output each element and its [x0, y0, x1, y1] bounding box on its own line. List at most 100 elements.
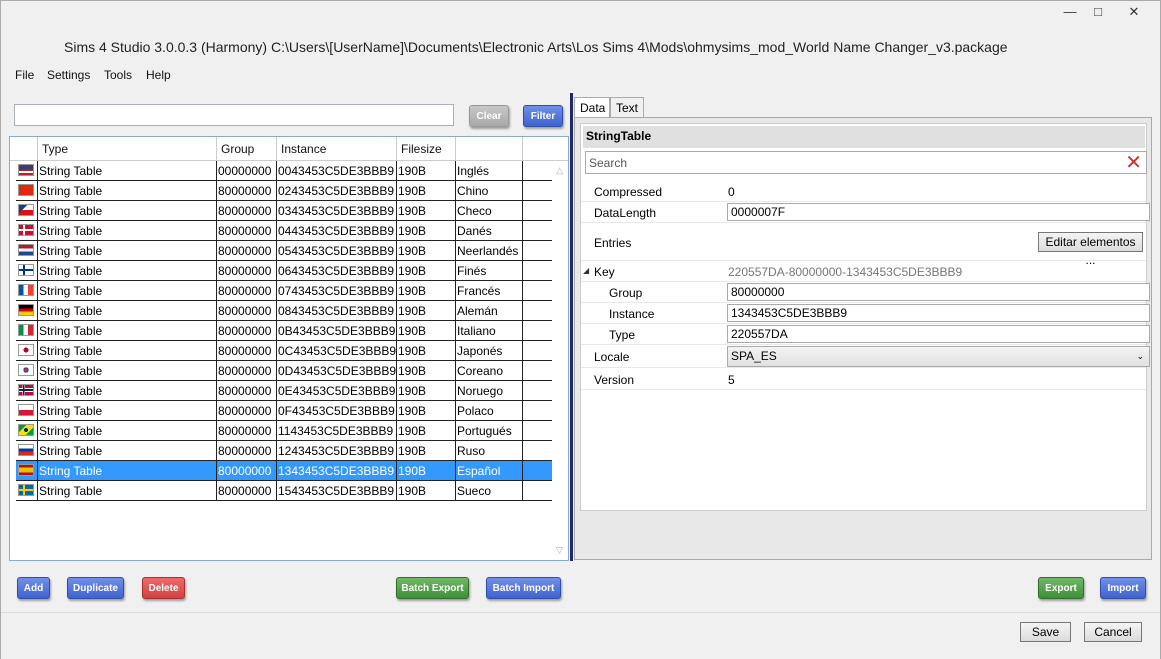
- export-button[interactable]: Export: [1038, 577, 1084, 599]
- add-button[interactable]: Add: [17, 577, 50, 599]
- scroll-down-icon[interactable]: ▽: [556, 545, 563, 556]
- batch-import-button[interactable]: Batch Import: [486, 577, 561, 599]
- locale-label: Locale: [594, 350, 630, 364]
- save-button[interactable]: Save: [1020, 622, 1071, 642]
- compressed-value[interactable]: 0: [728, 185, 735, 199]
- cell-group: 80000000: [217, 241, 277, 260]
- table-row[interactable]: String Table 80000000 0243453C5DE3BBB9 190B…: [16, 181, 552, 201]
- tab-data[interactable]: Data: [574, 97, 610, 117]
- table-row[interactable]: String Table 80000000 0343453C5DE3BBB9 190B…: [16, 201, 552, 221]
- menu-settings[interactable]: Settings: [47, 68, 90, 82]
- scroll-up-icon[interactable]: △: [556, 165, 563, 176]
- menu-help[interactable]: Help: [146, 68, 171, 82]
- row-group: Group 80000000: [581, 282, 1150, 303]
- header-type[interactable]: Type: [38, 137, 217, 160]
- menu-tools[interactable]: Tools: [104, 68, 132, 82]
- table-row[interactable]: String Table 00000000 0043453C5DE3BBB9 190B…: [16, 161, 552, 181]
- cell-instance: 0E43453C5DE3BBB9: [277, 381, 397, 400]
- datalength-field[interactable]: 0000007F: [727, 203, 1150, 221]
- window-title: Sims 4 Studio 3.0.0.3 (Harmony) C:\Users…: [64, 39, 1008, 55]
- cell-flag: [16, 381, 38, 400]
- cell-type: String Table: [38, 281, 217, 300]
- cell-flag: [16, 461, 38, 480]
- key-value: 220557DA-80000000-1343453C5DE3BBB9: [728, 265, 963, 279]
- cell-group: 80000000: [217, 321, 277, 340]
- cell-instance: 0B43453C5DE3BBB9: [277, 321, 397, 340]
- table-row[interactable]: String Table 80000000 1543453C5DE3BBB9 190B…: [16, 481, 552, 501]
- cell-lang: Checo: [456, 201, 523, 220]
- tab-text[interactable]: Text: [610, 97, 644, 117]
- cell-instance: 0643453C5DE3BBB9: [277, 261, 397, 280]
- properties-box: StringTable Search ✕ Compressed 0 DataLe…: [574, 117, 1152, 560]
- table-row[interactable]: String Table 80000000 0D43453C5DE3BBB9 190B…: [16, 361, 552, 381]
- flag-de-icon: [18, 304, 34, 316]
- cell-group: 80000000: [217, 341, 277, 360]
- cell-group: 80000000: [217, 441, 277, 460]
- close-button[interactable]: ✕: [1118, 1, 1150, 23]
- expand-key-icon[interactable]: ◢: [583, 266, 589, 275]
- cell-instance: 0D43453C5DE3BBB9: [277, 361, 397, 380]
- flag-jp-icon: [18, 344, 34, 356]
- cell-instance: 0743453C5DE3BBB9: [277, 281, 397, 300]
- instance-field[interactable]: 1343453C5DE3BBB9: [727, 304, 1150, 322]
- table-row[interactable]: String Table 80000000 0E43453C5DE3BBB9 190B…: [16, 381, 552, 401]
- header-instance[interactable]: Instance: [277, 137, 397, 160]
- clear-search-icon[interactable]: ✕: [1125, 152, 1142, 174]
- duplicate-button[interactable]: Duplicate: [67, 577, 124, 599]
- version-value[interactable]: 5: [728, 373, 735, 387]
- table-row[interactable]: String Table 80000000 0743453C5DE3BBB9 190B…: [16, 281, 552, 301]
- panel-splitter[interactable]: [570, 93, 573, 561]
- flag-es-icon: [18, 464, 34, 476]
- key-label: Key: [594, 265, 615, 279]
- cell-instance: 1543453C5DE3BBB9: [277, 481, 397, 500]
- batch-export-button[interactable]: Batch Export: [396, 577, 469, 599]
- minimize-button[interactable]: —: [1056, 1, 1084, 23]
- cell-type: String Table: [38, 301, 217, 320]
- cell-instance: 0243453C5DE3BBB9: [277, 181, 397, 200]
- clear-button[interactable]: Clear: [469, 105, 509, 127]
- table-row[interactable]: String Table 80000000 1343453C5DE3BBB9 190B…: [16, 461, 552, 481]
- table-row[interactable]: String Table 80000000 0B43453C5DE3BBB9 190B…: [16, 321, 552, 341]
- filter-input[interactable]: [14, 104, 454, 126]
- property-grid-title: StringTable: [583, 126, 1145, 148]
- cell-filesize: 190B: [397, 361, 456, 380]
- menu-file[interactable]: File: [15, 68, 34, 82]
- table-row[interactable]: String Table 80000000 0C43453C5DE3BBB9 190B…: [16, 341, 552, 361]
- group-field[interactable]: 80000000: [727, 283, 1150, 301]
- table-row[interactable]: String Table 80000000 0443453C5DE3BBB9 190B…: [16, 221, 552, 241]
- entries-label: Entries: [594, 236, 632, 250]
- edit-entries-button[interactable]: Editar elementos ...: [1038, 232, 1143, 267]
- table-row[interactable]: String Table 80000000 1243453C5DE3BBB9 190B…: [16, 441, 552, 461]
- table-row[interactable]: String Table 80000000 0843453C5DE3BBB9 190B…: [16, 301, 552, 321]
- cell-instance: 0F43453C5DE3BBB9: [277, 401, 397, 420]
- header-filesize[interactable]: Filesize: [397, 137, 456, 160]
- import-button[interactable]: Import: [1100, 577, 1146, 599]
- cancel-button[interactable]: Cancel: [1084, 622, 1142, 642]
- table-row[interactable]: String Table 80000000 1143453C5DE3BBB9 190B…: [16, 421, 552, 441]
- property-search-input[interactable]: Search ✕: [585, 151, 1147, 174]
- header-group[interactable]: Group: [217, 137, 277, 160]
- cell-group: 80000000: [217, 481, 277, 500]
- cell-lang: Noruego: [456, 381, 523, 400]
- table-row[interactable]: String Table 80000000 0543453C5DE3BBB9 190B…: [16, 241, 552, 261]
- header-language[interactable]: [456, 137, 523, 160]
- cell-instance: 1243453C5DE3BBB9: [277, 441, 397, 460]
- flag-se-icon: [18, 484, 34, 496]
- menu-bar: [1, 65, 1160, 89]
- cell-type: String Table: [38, 461, 217, 480]
- flag-nl-icon: [18, 244, 34, 256]
- cell-lang: Francés: [456, 281, 523, 300]
- filter-button[interactable]: Filter: [523, 105, 563, 127]
- flag-ru-icon: [18, 444, 34, 456]
- table-row[interactable]: String Table 80000000 0643453C5DE3BBB9 190B…: [16, 261, 552, 281]
- locale-select[interactable]: SPA_ES ⌄: [727, 346, 1150, 367]
- cell-lang: Italiano: [456, 321, 523, 340]
- cell-instance: 0043453C5DE3BBB9: [277, 161, 397, 180]
- table-row[interactable]: String Table 80000000 0F43453C5DE3BBB9 190B…: [16, 401, 552, 421]
- cell-type: String Table: [38, 201, 217, 220]
- cell-group: 80000000: [217, 401, 277, 420]
- locale-value: SPA_ES: [731, 349, 777, 363]
- type-field[interactable]: 220557DA: [727, 325, 1150, 343]
- delete-button[interactable]: Delete: [142, 577, 185, 599]
- maximize-button[interactable]: □: [1084, 1, 1112, 23]
